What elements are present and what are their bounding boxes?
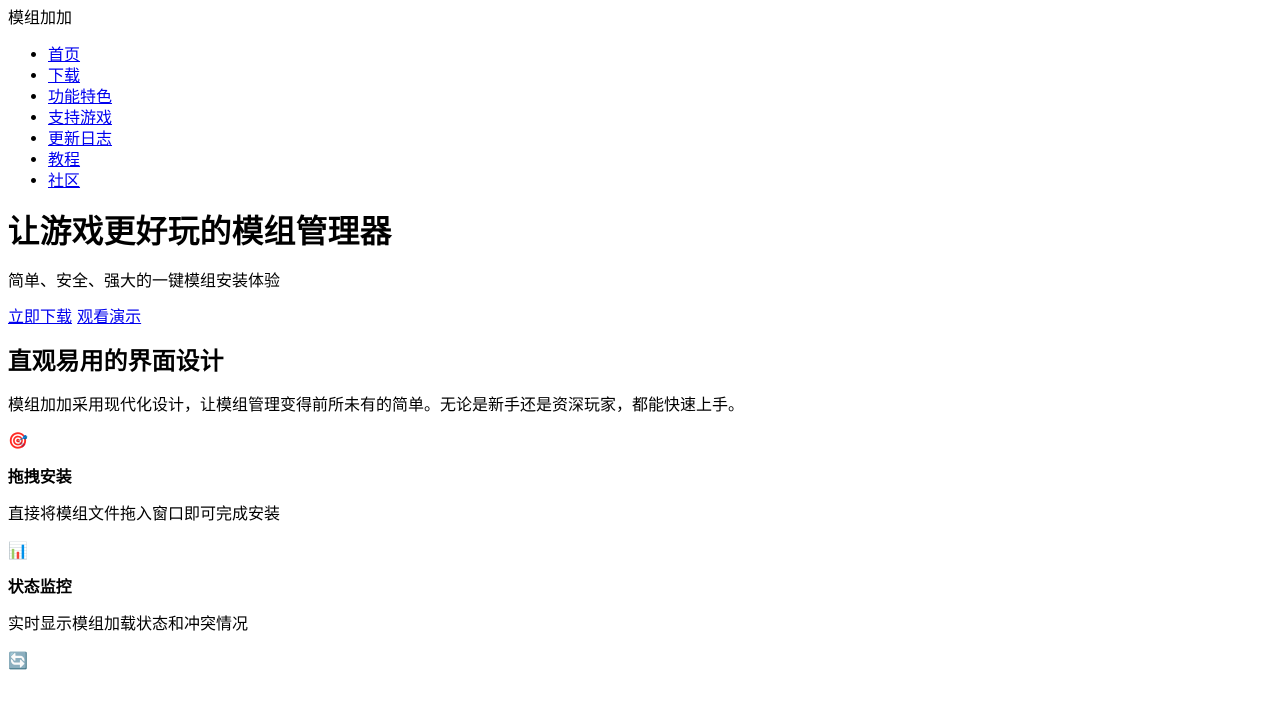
nav-link-download[interactable]: 下载 (48, 66, 80, 85)
nav-item-features: 功能特色 (48, 86, 1272, 107)
section-title: 直观易用的界面设计 (8, 346, 224, 375)
feature-card: 📊 状态监控 实时显示模组加载状态和冲突情况 (8, 541, 1272, 635)
main-nav: 首页 下载 功能特色 支持游戏 更新日志 教程 社区 (8, 44, 1272, 191)
refresh-icon: 🔄 (8, 651, 28, 670)
feature-card: 🎯 拖拽安装 直接将模组文件拖入窗口即可完成安装 (8, 431, 1272, 525)
feature-title: 状态监控 (8, 577, 73, 596)
nav-link-features[interactable]: 功能特色 (48, 87, 112, 106)
nav-link-games[interactable]: 支持游戏 (48, 108, 112, 127)
download-now-link[interactable]: 立即下载 (8, 307, 72, 326)
nav-link-community[interactable]: 社区 (48, 171, 80, 190)
bar-chart-icon: 📊 (8, 541, 28, 560)
feature-card: 🔄 (8, 651, 1272, 671)
nav-item-games: 支持游戏 (48, 107, 1272, 128)
watch-demo-link[interactable]: 观看演示 (77, 307, 141, 326)
nav-item-home: 首页 (48, 44, 1272, 65)
feature-description: 实时显示模组加载状态和冲突情况 (8, 614, 249, 633)
hero-subtitle: 简单、安全、强大的一键模组安装体验 (8, 271, 281, 290)
hero-actions: 立即下载 观看演示 (8, 307, 1272, 327)
nav-item-changelog: 更新日志 (48, 128, 1272, 149)
nav-item-download: 下载 (48, 65, 1272, 86)
feature-title: 拖拽安装 (8, 467, 73, 486)
hero-title: 让游戏更好玩的模组管理器 (8, 212, 393, 250)
nav-link-home[interactable]: 首页 (48, 45, 80, 64)
features-section: 直观易用的界面设计 模组加加采用现代化设计，让模组管理变得前所未有的简单。无论是… (8, 347, 1272, 671)
site-logo-text: 模组加加 (8, 8, 73, 27)
nav-item-tutorial: 教程 (48, 149, 1272, 170)
target-icon: 🎯 (8, 431, 28, 450)
feature-description: 直接将模组文件拖入窗口即可完成安装 (8, 504, 281, 523)
nav-link-tutorial[interactable]: 教程 (48, 150, 80, 169)
hero-section: 让游戏更好玩的模组管理器 简单、安全、强大的一键模组安装体验 立即下载 观看演示 (8, 212, 1272, 327)
nav-item-community: 社区 (48, 170, 1272, 191)
nav-link-changelog[interactable]: 更新日志 (48, 129, 112, 148)
site-header: 模组加加 首页 下载 功能特色 支持游戏 更新日志 教程 社区 (8, 8, 1272, 191)
section-description: 模组加加采用现代化设计，让模组管理变得前所未有的简单。无论是新手还是资深玩家，都… (8, 395, 745, 414)
